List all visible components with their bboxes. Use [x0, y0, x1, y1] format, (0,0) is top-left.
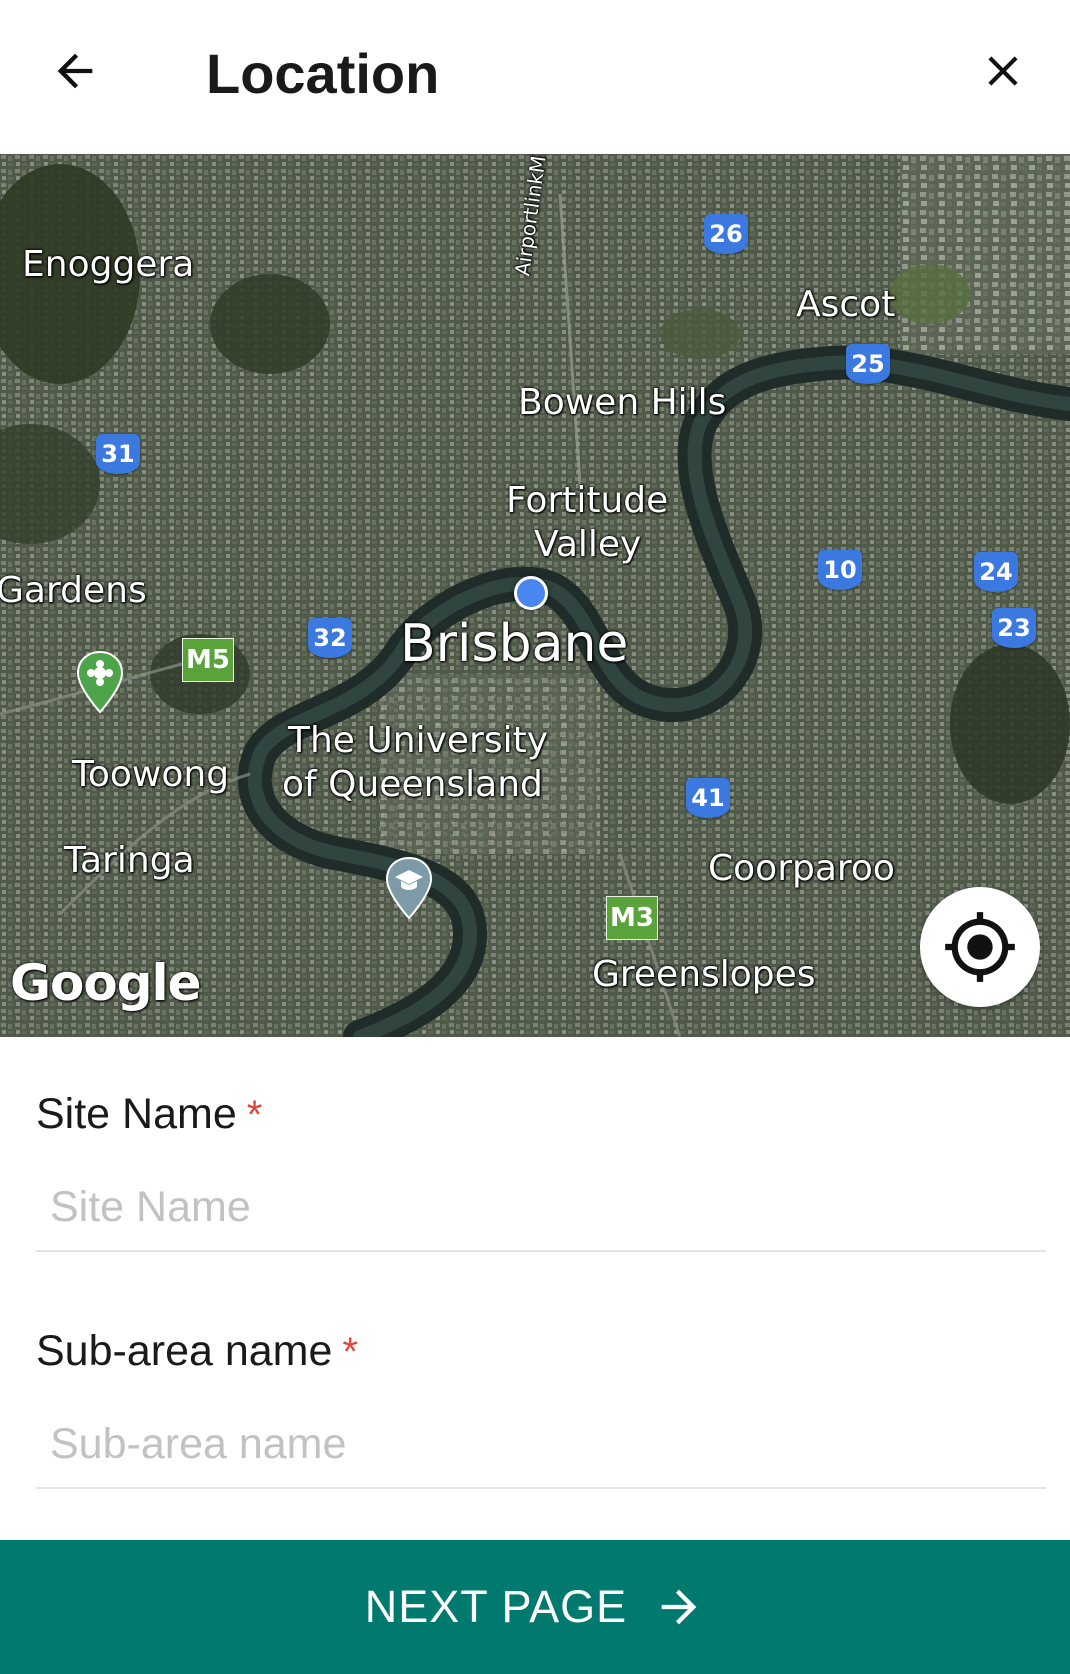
motorway-shield-m3: M3 — [606, 896, 658, 940]
route-shield-32: 32 — [308, 618, 352, 658]
location-screen: Location Enoggera Ascot Bowen Hills Fort… — [0, 0, 1070, 1674]
route-shield-26: 26 — [704, 214, 748, 254]
route-shield-31: 31 — [96, 434, 140, 474]
arrow-left-icon — [57, 53, 93, 89]
map-label-enoggera: Enoggera — [22, 244, 195, 285]
back-button[interactable] — [40, 36, 110, 106]
page-title: Location — [206, 42, 440, 105]
sub-area-label-text: Sub-area name — [36, 1327, 333, 1375]
map-label-ascot: Ascot — [796, 284, 896, 325]
map-label-uq-line1: The University — [288, 720, 548, 761]
my-location-icon — [945, 912, 1015, 982]
satellite-map[interactable]: Enoggera Ascot Bowen Hills Fortitude Val… — [0, 154, 1070, 1037]
next-page-label: NEXT PAGE — [364, 1581, 628, 1632]
motorway-shield-m5: M5 — [182, 638, 234, 682]
map-label-valley: Valley — [534, 524, 642, 565]
map-label-taringa: Taringa — [64, 840, 195, 881]
google-logo: Google — [10, 954, 202, 1012]
route-shield-23: 23 — [992, 608, 1036, 648]
my-location-button[interactable] — [920, 887, 1040, 1007]
garden-pin-icon[interactable] — [75, 650, 125, 714]
route-shield-25: 25 — [846, 344, 890, 384]
route-shield-41: 41 — [686, 778, 730, 818]
map-label-coorparoo: Coorparoo — [708, 848, 895, 889]
current-location-dot — [514, 576, 548, 610]
map-label-greenslopes: Greenslopes — [592, 954, 816, 995]
arrow-right-icon — [661, 1589, 697, 1625]
route-shield-24: 24 — [974, 552, 1018, 592]
map-label-uq-line2: of Queensland — [282, 764, 543, 805]
sub-area-input[interactable] — [36, 1401, 1046, 1489]
close-icon — [988, 56, 1018, 86]
map-label-brisbane: Brisbane — [400, 614, 629, 674]
required-mark: * — [246, 1093, 263, 1137]
map-label-gardens: Gardens — [0, 570, 147, 611]
map-label-fortitude: Fortitude — [506, 480, 669, 521]
site-name-label: Site Name * — [36, 1090, 262, 1139]
site-name-label-text: Site Name — [36, 1090, 237, 1138]
app-header: Location — [0, 0, 1070, 154]
map-label-toowong: Toowong — [72, 754, 230, 795]
next-page-button[interactable]: NEXT PAGE — [0, 1540, 1070, 1674]
sub-area-label: Sub-area name * — [36, 1327, 358, 1376]
route-shield-10: 10 — [818, 550, 862, 590]
required-mark: * — [342, 1330, 358, 1374]
map-label-bowen-hills: Bowen Hills — [518, 382, 727, 423]
close-button[interactable] — [968, 36, 1038, 106]
university-pin-icon[interactable] — [384, 856, 434, 920]
site-name-input[interactable] — [36, 1164, 1046, 1252]
